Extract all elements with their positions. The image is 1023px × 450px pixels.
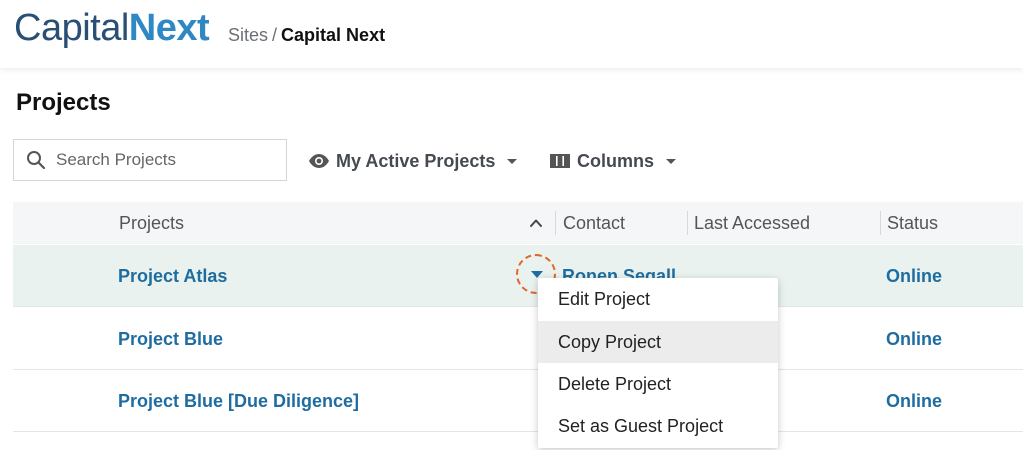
columns-label: Columns bbox=[577, 150, 655, 171]
column-divider bbox=[687, 211, 688, 235]
menu-item-edit-project[interactable]: Edit Project bbox=[538, 278, 778, 320]
menu-item-set-guest-project[interactable]: Set as Guest Project bbox=[538, 405, 778, 447]
search-icon bbox=[27, 151, 46, 170]
column-header-last-accessed[interactable]: Last Accessed bbox=[694, 202, 810, 244]
brand-name-part2: Next bbox=[128, 7, 210, 49]
chevron-down-icon bbox=[666, 158, 677, 164]
project-name-link[interactable]: Project Atlas bbox=[118, 245, 227, 307]
row-actions-menu: Edit Project Copy Project Delete Project… bbox=[538, 278, 778, 448]
column-header-status[interactable]: Status bbox=[887, 202, 938, 244]
active-projects-filter-button[interactable]: My Active Projects bbox=[308, 150, 518, 172]
column-header-projects[interactable]: Projects bbox=[119, 202, 184, 244]
page-title: Projects bbox=[16, 89, 111, 116]
active-projects-filter-label: My Active Projects bbox=[336, 150, 496, 171]
table-row[interactable]: Project Blue [Due Diligence] 24 Online bbox=[13, 370, 1023, 432]
table-header: Projects Contact Last Accessed Status bbox=[13, 202, 1023, 244]
brand-logo[interactable]: CapitalNext bbox=[14, 6, 210, 50]
project-name-link[interactable]: Project Blue bbox=[118, 308, 223, 370]
menu-item-delete-project[interactable]: Delete Project bbox=[538, 363, 778, 405]
table-row[interactable]: Project Blue 24 Online bbox=[13, 308, 1023, 370]
app-header: CapitalNext Sites / Capital Next bbox=[0, 0, 1023, 68]
eye-icon bbox=[309, 154, 329, 168]
brand-name-part1: Capital bbox=[14, 7, 129, 49]
breadcrumb-sites-link[interactable]: Sites bbox=[228, 25, 268, 45]
columns-button[interactable]: Columns bbox=[550, 150, 677, 172]
search-box[interactable] bbox=[13, 139, 287, 181]
columns-icon bbox=[550, 154, 570, 168]
project-status: Online bbox=[886, 266, 943, 286]
breadcrumb-current: Capital Next bbox=[281, 25, 386, 45]
chevron-down-icon bbox=[507, 158, 518, 164]
column-header-contact[interactable]: Contact bbox=[563, 202, 625, 244]
column-divider bbox=[555, 211, 556, 235]
breadcrumb: Sites / Capital Next bbox=[228, 24, 385, 46]
project-name-link[interactable]: Project Blue [Due Diligence] bbox=[118, 370, 359, 432]
column-divider bbox=[880, 211, 881, 235]
breadcrumb-separator: / bbox=[272, 25, 278, 45]
project-status: Online bbox=[886, 391, 943, 411]
search-input[interactable] bbox=[56, 148, 276, 172]
sort-chevron-up-icon[interactable] bbox=[529, 216, 543, 230]
project-status: Online bbox=[886, 329, 943, 349]
menu-item-copy-project[interactable]: Copy Project bbox=[538, 321, 778, 363]
caret-down-icon bbox=[531, 271, 543, 278]
